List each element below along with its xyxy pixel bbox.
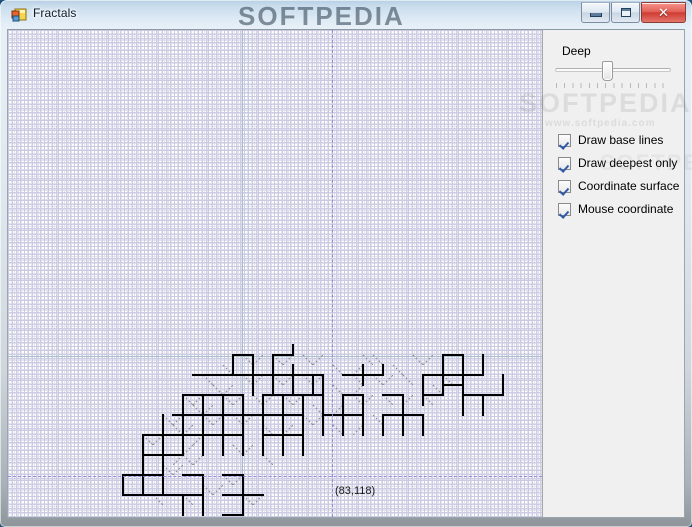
close-button[interactable]: ✕ (641, 2, 686, 23)
deep-label: Deep (562, 44, 591, 58)
checkbox-label: Draw deepest only (578, 156, 678, 170)
checkbox-label: Coordinate surface (578, 179, 680, 193)
checkbox-checked-icon[interactable] (558, 202, 571, 216)
fractal-drawing (122, 344, 504, 516)
app-form-icon (11, 8, 27, 22)
checkbox-checked-icon[interactable] (558, 179, 571, 193)
client-area: (83,118) Deep Draw base lines Draw deepe… (7, 29, 685, 518)
checkbox-label: Mouse coordinate (578, 202, 674, 216)
fractal-canvas[interactable]: (83,118) (8, 30, 542, 517)
trackbar-ticks (556, 83, 670, 88)
options-panel: Deep Draw base lines Draw deepest only C… (542, 30, 684, 517)
trackbar-track[interactable] (555, 68, 671, 72)
checkbox-draw-deepest-only[interactable]: Draw deepest only (558, 155, 677, 171)
cursor-crosshair-vertical (332, 30, 333, 517)
title-bar[interactable]: Fractals ✕ (0, 0, 692, 29)
cursor-crosshair-horizontal (8, 476, 542, 477)
fractal-curve (122, 344, 504, 516)
checkbox-checked-icon[interactable] (558, 156, 571, 170)
maximize-button[interactable] (611, 2, 640, 23)
close-icon: ✕ (658, 5, 669, 20)
mouse-coordinate-label: (83,118) (335, 485, 376, 497)
minimize-icon (582, 3, 609, 22)
maximize-icon (612, 3, 639, 22)
checkbox-checked-icon[interactable] (558, 133, 571, 147)
checkbox-draw-base-lines[interactable]: Draw base lines (558, 132, 663, 148)
deep-trackbar[interactable] (554, 61, 672, 91)
trackbar-thumb[interactable] (602, 61, 613, 81)
checkbox-mouse-coordinate[interactable]: Mouse coordinate (558, 201, 673, 217)
application-window: Fractals ✕ SOFTPEDIA (83,118) Deep Draw … (0, 0, 692, 527)
window-title: Fractals (33, 6, 77, 20)
checkbox-label: Draw base lines (578, 133, 664, 147)
minimize-button[interactable] (581, 2, 610, 23)
caption-button-group: ✕ (580, 2, 686, 23)
fractal-base-lines (142, 354, 454, 506)
checkbox-coordinate-surface[interactable]: Coordinate surface (558, 178, 679, 194)
